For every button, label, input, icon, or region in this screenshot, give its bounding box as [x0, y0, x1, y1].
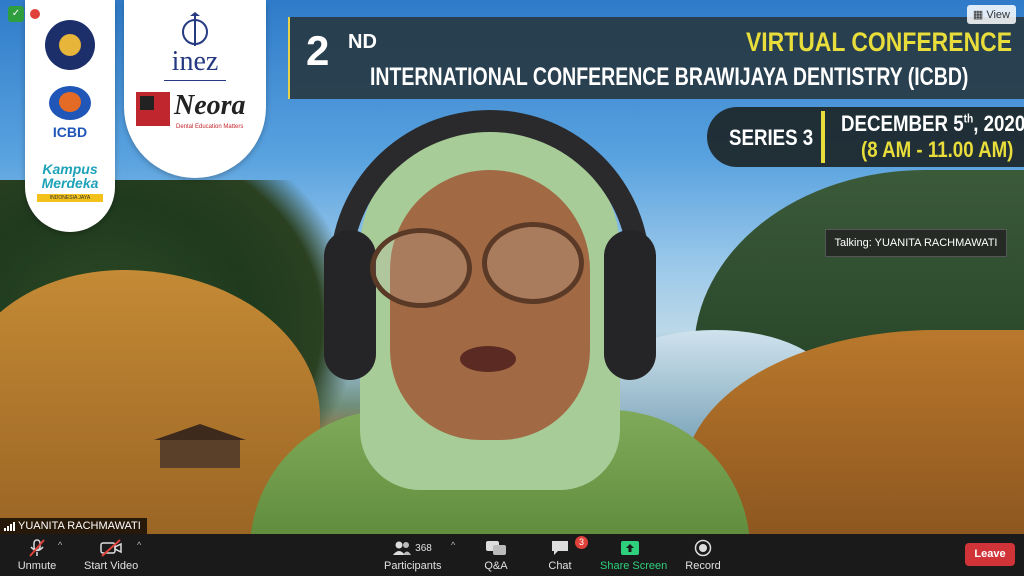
- chat-icon: [552, 541, 568, 555]
- virtual-conference-label: VIRTUAL CONFERENCE: [745, 27, 1012, 57]
- participants-count: 368: [415, 542, 432, 554]
- start-video-button[interactable]: Start Video: [84, 538, 138, 572]
- talking-indicator: Talking: YUANITA RACHMAWATI: [825, 229, 1007, 257]
- leave-button[interactable]: Leave: [965, 543, 1015, 566]
- share-screen-label: Share Screen: [600, 560, 668, 572]
- kampus-merdeka-sub: INDONESIA JAYA: [37, 194, 103, 202]
- audio-options-caret-icon[interactable]: ^: [58, 540, 62, 550]
- inez-mark-icon: [182, 12, 208, 46]
- view-button[interactable]: ▦ View: [966, 5, 1016, 24]
- glasses-lens-left: [370, 228, 472, 308]
- icbd-logo-text: ICBD: [52, 124, 88, 140]
- participants-icon: [393, 541, 412, 555]
- chat-button[interactable]: 3 Chat: [540, 536, 588, 572]
- logo-panel-left: ICBD Kampus Merdeka INDONESIA JAYA: [25, 0, 115, 232]
- unmute-button[interactable]: Unmute: [14, 538, 60, 572]
- headphones-band: [330, 110, 650, 360]
- chat-label: Chat: [548, 560, 572, 572]
- inez-underline: [164, 80, 226, 81]
- headphones-earcup-left: [324, 230, 376, 380]
- participants-label: Participants: [384, 560, 442, 572]
- record-button[interactable]: Record: [684, 538, 722, 572]
- unmute-label: Unmute: [17, 560, 57, 572]
- share-screen-icon: [621, 541, 639, 555]
- series-time: (8 AM - 11.00 AM): [861, 137, 1014, 162]
- meeting-toolbar: Unmute ^ Start Video ^ 368 Participants …: [0, 534, 1024, 576]
- speaker-mouth: [460, 346, 516, 372]
- kampus-merdeka-logo: Kampus Merdeka: [41, 161, 99, 191]
- speaker-name-tag: YUANITA RACHMAWATI: [0, 518, 147, 534]
- view-label: View: [986, 9, 1010, 21]
- recording-indicator[interactable]: ✓ Recording: [8, 6, 96, 22]
- mic-muted-icon: [29, 539, 45, 557]
- recording-label: Recording: [46, 8, 97, 20]
- series-date: DECEMBER 5th, 2020: [841, 111, 1024, 136]
- glasses-lens-right: [482, 222, 584, 304]
- qa-icon: [486, 541, 506, 555]
- video-options-caret-icon[interactable]: ^: [137, 540, 141, 550]
- record-icon: [694, 539, 712, 557]
- video-stage: ICBD Kampus Merdeka INDONESIA JAYA inez …: [0, 0, 1024, 534]
- view-grid-icon: ▦: [972, 9, 984, 21]
- inez-logo-text: inez: [171, 46, 219, 77]
- qa-button[interactable]: Q&A: [476, 538, 516, 572]
- participants-button[interactable]: 368 Participants: [384, 538, 442, 572]
- conference-banner: 2 ND VIRTUAL CONFERENCE INTERNATIONAL CO…: [288, 17, 1024, 99]
- share-screen-button[interactable]: Share Screen: [600, 538, 668, 572]
- series-divider: [821, 111, 825, 163]
- participants-caret-icon[interactable]: ^: [451, 540, 455, 550]
- record-label: Record: [685, 560, 721, 572]
- icbd-logo-icon: [49, 86, 91, 120]
- neora-cube-icon: [136, 92, 170, 126]
- brawijaya-logo-icon: [45, 20, 95, 70]
- edition-number: 2: [306, 27, 329, 74]
- conference-title: INTERNATIONAL CONFERENCE BRAWIJAYA DENTI…: [370, 63, 969, 91]
- edition-suffix: ND: [348, 31, 377, 53]
- security-shield-icon[interactable]: ✓: [8, 6, 24, 22]
- start-video-label: Start Video: [84, 560, 139, 572]
- recording-dot-icon: [30, 9, 40, 19]
- video-off-icon: [100, 539, 122, 557]
- speaker-name: YUANITA RACHMAWATI: [18, 520, 141, 532]
- headphones-earcup-right: [604, 230, 656, 380]
- signal-bars-icon: [4, 521, 15, 531]
- speaker-video: [220, 110, 780, 534]
- chat-badge: 3: [575, 536, 588, 549]
- qa-label: Q&A: [484, 560, 508, 572]
